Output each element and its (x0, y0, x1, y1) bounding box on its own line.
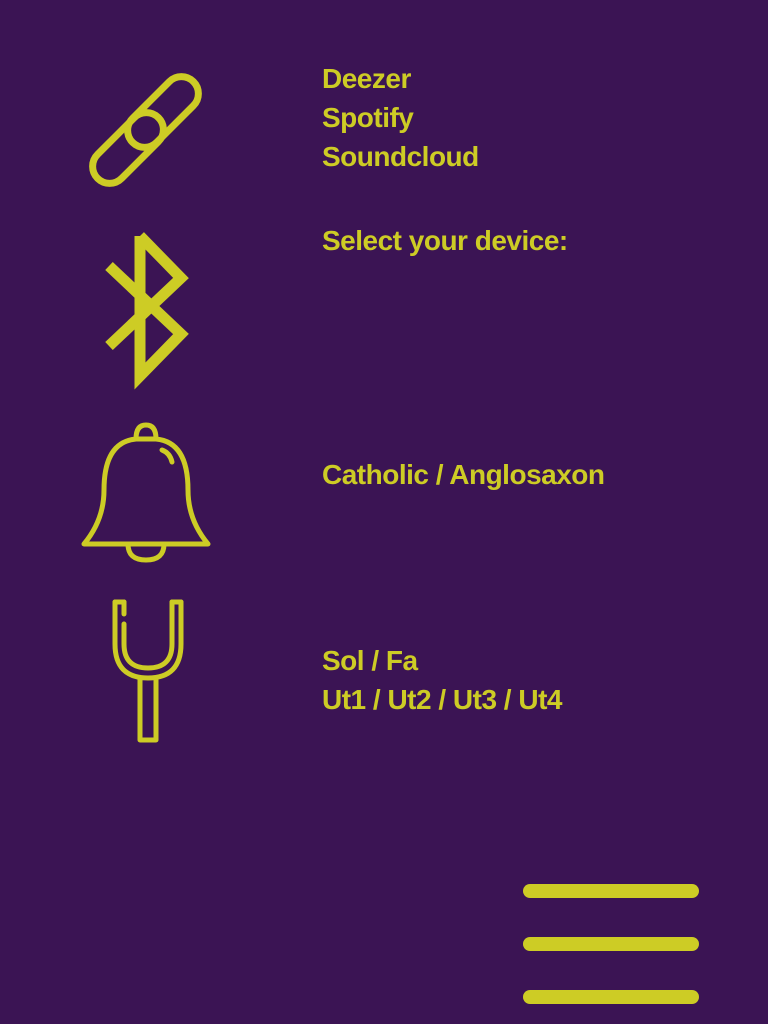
service-soundcloud-link[interactable]: Soundcloud (322, 137, 479, 176)
ut-option[interactable]: Ut1 / Ut2 / Ut3 / Ut4 (322, 680, 562, 719)
tuning-section: Sol / Fa Ut1 / Ut2 / Ut3 / Ut4 (322, 641, 562, 719)
streaming-services-list: Deezer Spotify Soundcloud (322, 59, 479, 176)
bell-section: Catholic / Anglosaxon (322, 455, 605, 494)
tuning-fork-icon (108, 596, 188, 748)
bell-icon (80, 420, 212, 566)
ringing-style-option[interactable]: Catholic / Anglosaxon (322, 455, 605, 494)
link-icon (80, 70, 210, 190)
select-device-label: Select your device: (322, 225, 568, 256)
menu-button[interactable] (516, 876, 706, 1012)
service-spotify-link[interactable]: Spotify (322, 98, 479, 137)
clef-option[interactable]: Sol / Fa (322, 641, 562, 680)
menu-bar-top (523, 884, 699, 898)
menu-bar-middle (523, 937, 699, 951)
bluetooth-icon (100, 222, 192, 390)
service-deezer-link[interactable]: Deezer (322, 59, 479, 98)
bluetooth-section: Select your device: (322, 221, 568, 260)
menu-bar-bottom (523, 990, 699, 1004)
